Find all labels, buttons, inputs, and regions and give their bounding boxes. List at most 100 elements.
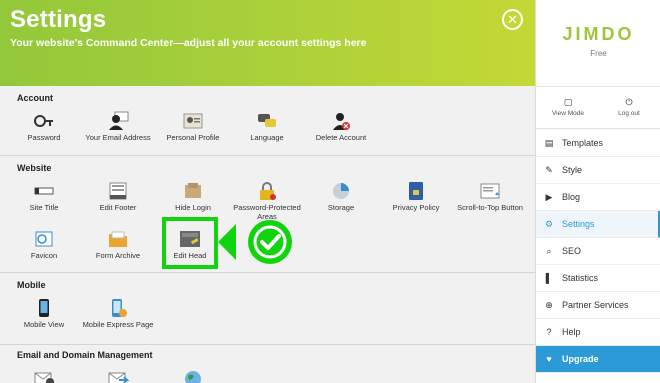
setting-mobile-express-page[interactable]: Mobile Express Page [78,298,158,329]
setting-label: Site Title [29,203,59,212]
sidebar-item-settings[interactable]: ⚙ Settings [536,211,660,238]
setting-mobile-view[interactable]: Mobile View [4,298,84,329]
page-subtitle: Your website's Command Center—adjust all… [10,37,367,49]
setting-label: Delete Account [315,133,367,142]
setting-delete-account[interactable]: Delete Account [301,111,381,142]
setting-label: Mobile Express Page [82,320,154,329]
sidebar-top-actions: ▢ View Mode ⏻ Log out [536,86,660,129]
favicon-icon [33,229,55,249]
setting-label: Favicon [30,251,58,260]
setting-email-settings[interactable] [4,368,84,383]
monitor-icon: ▢ [563,97,573,107]
speech-bubble-icon [256,111,278,131]
footer-icon [107,181,129,201]
log-out-label: Log out [618,110,640,117]
mobile-express-icon [107,298,129,318]
close-button[interactable]: ✕ [502,9,523,30]
sidebar-item-label: Settings [562,219,595,229]
smartphone-icon [33,298,55,318]
setting-label: Your Email Address [85,133,151,142]
sidebar-item-label: Blog [562,192,581,202]
pie-chart-icon [330,181,352,201]
sidebar-item-templates[interactable]: ▤ Templates [536,130,660,157]
setting-label: Storage [327,203,355,212]
profile-card-icon [182,111,204,131]
brush-icon: ✎ [545,165,553,175]
padlock-icon [256,181,278,201]
setting-favicon[interactable]: Favicon [4,229,84,260]
section-title-mobile: Mobile [17,280,46,290]
setting-label: Edit Footer [99,203,137,212]
section-divider [0,344,535,345]
login-box-icon [182,181,204,201]
sidebar-item-statistics[interactable]: ▌ Statistics [536,265,660,292]
megaphone-icon: ▶ [545,192,553,202]
setting-form-archive[interactable]: Form Archive [78,229,158,260]
edit-head-highlight [162,217,218,269]
sidebar-item-seo[interactable]: ⌕ SEO [536,238,660,265]
setting-storage[interactable]: Storage [301,181,381,212]
power-icon: ⏻ [625,97,633,107]
setting-email-address[interactable]: Your Email Address [78,111,158,142]
section-divider [0,272,535,273]
sidebar-item-label: Partner Services [562,300,629,310]
log-out-button[interactable]: ⏻ Log out [604,97,654,117]
section-title-email-domain: Email and Domain Management [17,350,153,360]
upgrade-label: Upgrade [562,354,599,364]
setting-label: Mobile View [23,320,65,329]
setting-label: Form Archive [95,251,141,260]
setting-edit-footer[interactable]: Edit Footer [78,181,158,212]
sidebar-item-style[interactable]: ✎ Style [536,157,660,184]
envelope-gear-icon [33,368,55,383]
setting-label: Hide Login [175,203,211,212]
plus-circle-icon: ⊕ [545,300,553,310]
sidebar-item-blog[interactable]: ▶ Blog [536,184,660,211]
setting-email-forwarding[interactable] [78,368,158,383]
setting-password[interactable]: Password [4,111,84,142]
setting-password-protected-areas[interactable]: Password-Protected Areas [227,181,307,221]
envelope-forward-icon [107,368,130,383]
sidebar-item-label: Style [562,165,583,175]
globe-icon [182,368,204,383]
section-title-website: Website [17,163,52,173]
view-mode-label: View Mode [551,110,585,117]
setting-personal-profile[interactable]: Personal Profile [153,111,233,142]
sidebar-item-label: Statistics [562,273,599,283]
jimdo-logo[interactable]: JIMDO [536,24,660,45]
gear-icon: ⚙ [544,219,554,229]
section-title-account: Account [17,93,53,103]
section-divider [0,155,535,156]
setting-language[interactable]: Language [227,111,307,142]
templates-icon: ▤ [544,138,554,148]
sidebar-item-help[interactable]: ? Help [536,319,660,346]
settings-header: Settings Your website's Command Center—a… [0,0,535,86]
settings-panel: Settings Your website's Command Center—a… [0,0,535,383]
setting-label: Password [27,133,61,142]
upgrade-button[interactable]: ♥ Upgrade [536,346,660,373]
privacy-book-icon [405,181,427,201]
search-icon: ⌕ [546,246,552,256]
setting-site-title[interactable]: Site Title [4,181,84,212]
email-user-icon [107,111,129,131]
setting-label: Privacy Policy [392,203,440,212]
heart-icon: ♥ [546,354,552,364]
setting-scroll-to-top-button[interactable]: Scroll-to-Top Button [450,181,530,212]
setting-privacy-policy[interactable]: Privacy Policy [376,181,456,212]
setting-label: Language [250,133,284,142]
view-mode-button[interactable]: ▢ View Mode [543,97,593,117]
key-icon [33,111,55,131]
scroll-top-icon [479,181,501,201]
setting-hide-login[interactable]: Hide Login [153,181,233,212]
sidebar-item-partner-services[interactable]: ⊕ Partner Services [536,292,660,319]
sidebar: JIMDO Free ▢ View Mode ⏻ Log out ▤ Templ… [535,0,660,383]
sidebar-item-label: Templates [562,138,604,148]
setting-label: Personal Profile [166,133,220,142]
title-bar-icon [33,181,55,201]
sidebar-item-label: SEO [562,246,582,256]
folder-icon [107,229,129,249]
setting-domain[interactable] [153,368,233,383]
sidebar-item-label: Help [562,327,581,337]
setting-label: Scroll-to-Top Button [457,203,523,212]
bar-chart-icon: ▌ [545,273,553,283]
delete-user-icon [330,111,352,131]
